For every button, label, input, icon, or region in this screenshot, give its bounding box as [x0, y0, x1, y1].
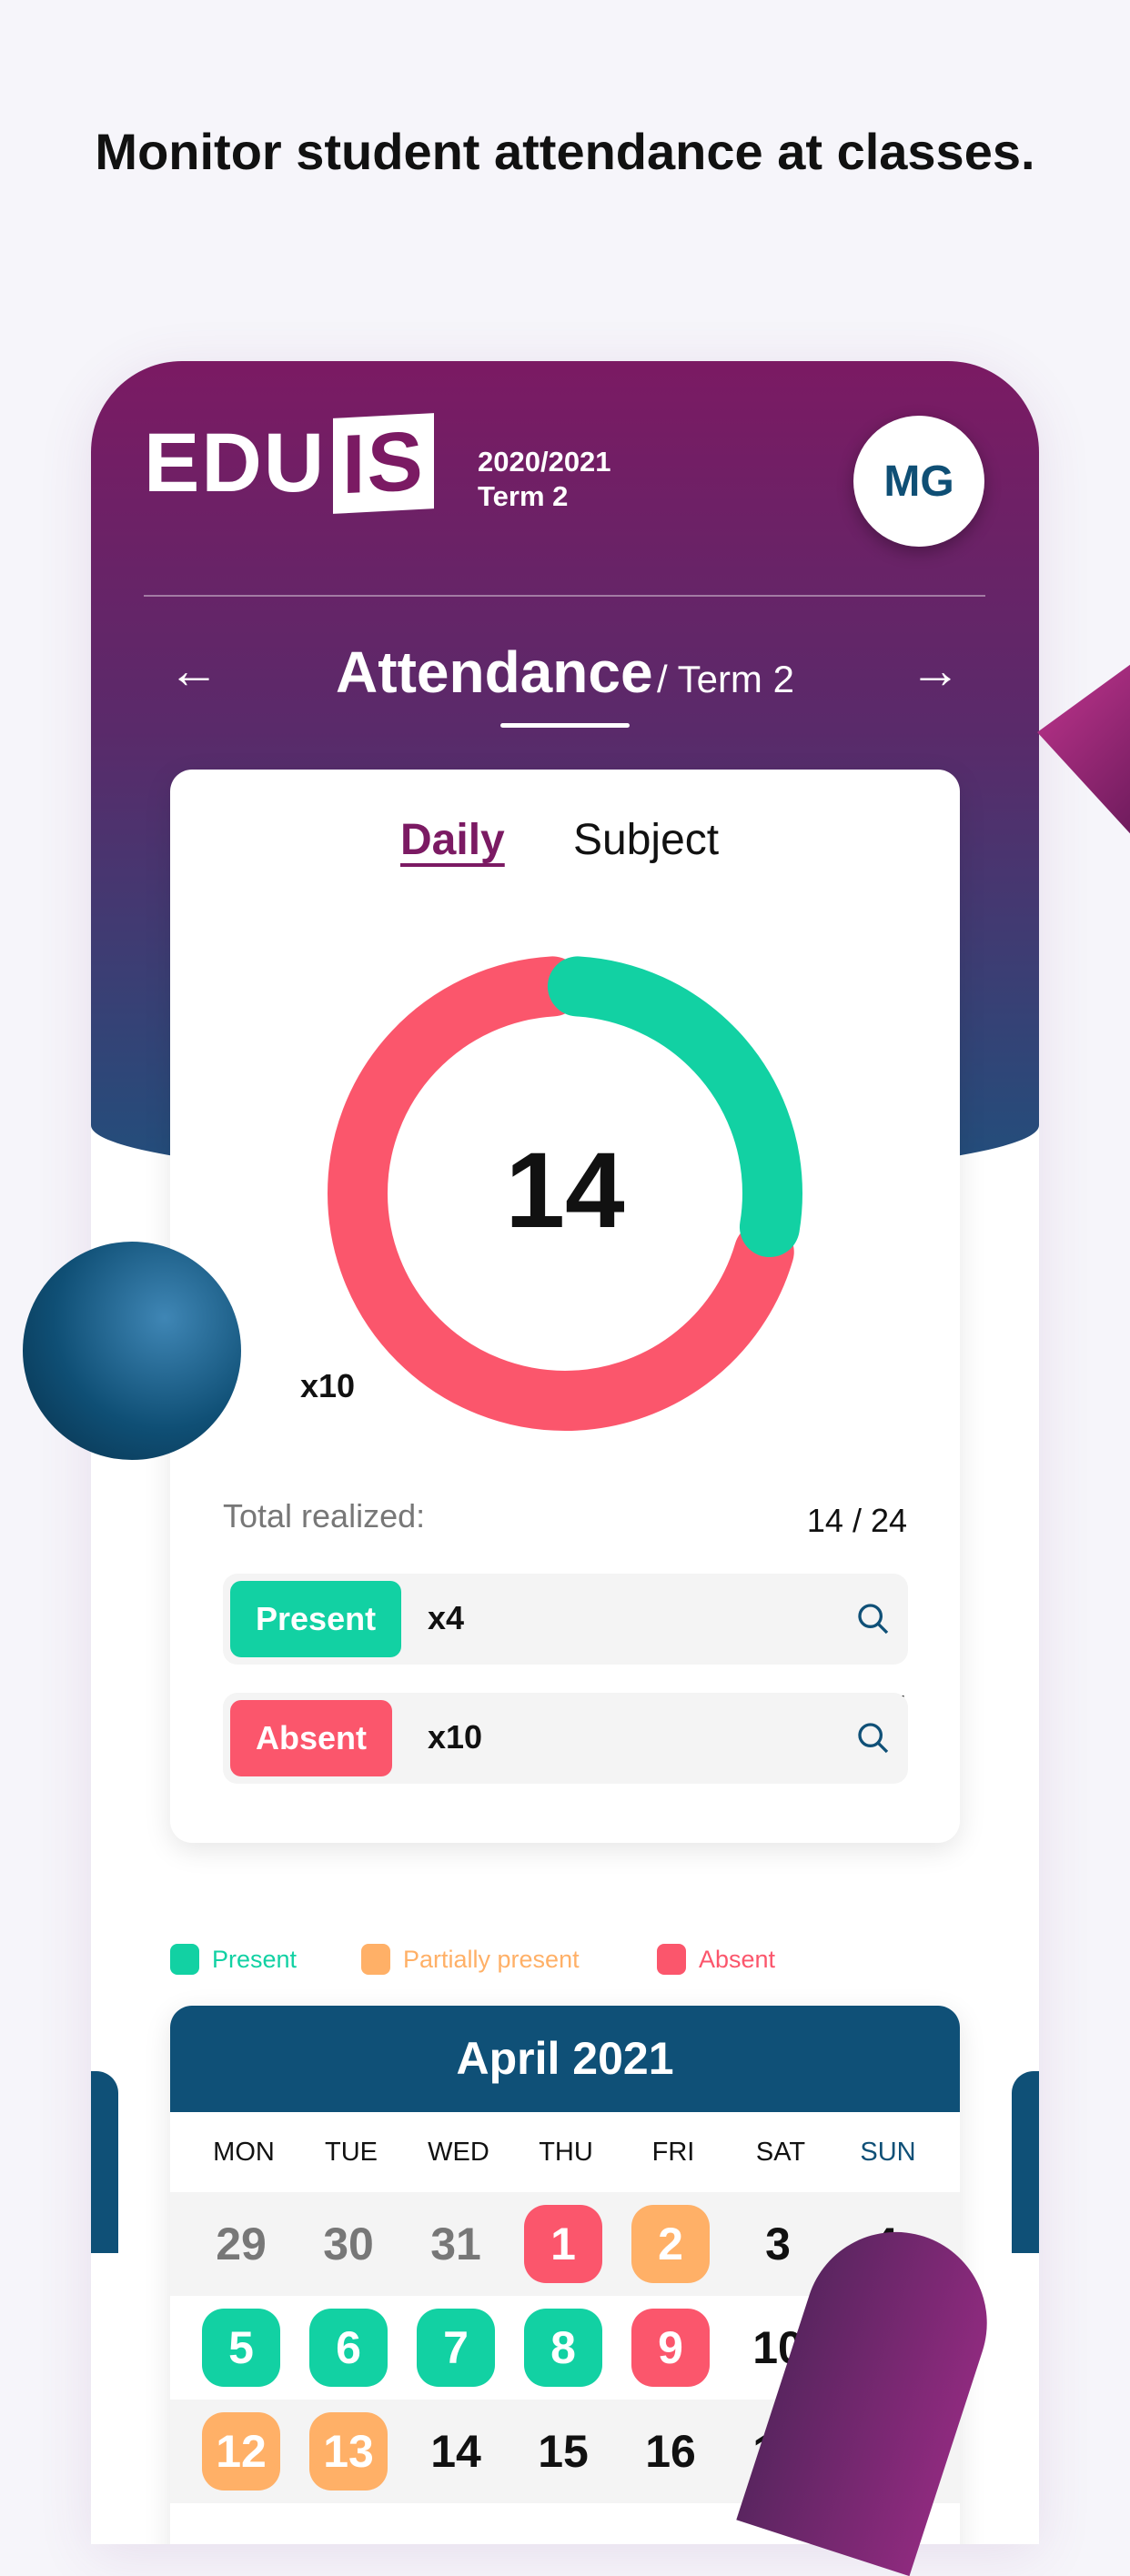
absent-count: x10 — [428, 1718, 483, 1756]
day-number: 8 — [524, 2309, 602, 2387]
school-term: 2020/2021 Term 2 — [478, 445, 611, 514]
weekday-sat: SAT — [755, 2138, 806, 2167]
day-number: 5 — [202, 2309, 280, 2387]
day-number: 29 — [216, 2219, 267, 2269]
day-number: 16 — [645, 2426, 696, 2477]
weekday-tue: TUE — [325, 2138, 378, 2167]
day-number: 30 — [323, 2219, 374, 2269]
total-value: 14 / 24 — [806, 1502, 907, 1539]
present-count: x4 — [428, 1599, 465, 1636]
absent-count-label: x10 — [300, 1367, 356, 1404]
logo-text-is: IS — [333, 413, 435, 514]
total-label: Total realized: — [223, 1497, 426, 1535]
search-icon[interactable] — [855, 1720, 892, 1756]
present-row[interactable]: Present x4 — [223, 1574, 908, 1665]
legend-swatch — [657, 1944, 686, 1975]
calendar-day[interactable]: 7 — [402, 2296, 510, 2400]
attendance-card: Daily Subject 14 x10 x4 Total realized: … — [170, 770, 960, 1843]
weekday-thu: THU — [539, 2138, 593, 2167]
avatar[interactable]: MG — [853, 416, 984, 547]
legend-present: Present — [170, 1944, 297, 1975]
calendar-day[interactable]: 16 — [617, 2400, 724, 2503]
tab-subject[interactable]: Subject — [573, 815, 719, 865]
calendar-day[interactable]: 29 — [187, 2192, 295, 2296]
legend-swatch — [361, 1944, 390, 1975]
day-number: 3 — [765, 2219, 791, 2269]
day-number: 6 — [309, 2309, 388, 2387]
page-title: Attendance / Term 2 — [91, 639, 1039, 706]
calendar-month: April 2021 — [170, 2006, 960, 2112]
day-number: 15 — [538, 2426, 589, 2477]
calendar-day[interactable]: 9 — [617, 2296, 724, 2400]
search-icon[interactable] — [855, 1601, 892, 1637]
weekday-wed: WED — [428, 2138, 489, 2167]
legend-label: Partially present — [403, 1945, 580, 1973]
absent-row[interactable]: Absent x10 — [223, 1693, 908, 1784]
day-number: 9 — [631, 2309, 710, 2387]
legend-partial: Partially present — [361, 1944, 580, 1975]
weekday-mon: MON — [213, 2138, 275, 2167]
decorative-cone — [1037, 659, 1130, 841]
calendar-day[interactable]: 30 — [295, 2192, 402, 2296]
divider — [144, 595, 985, 597]
headline: Monitor student attendance at classes. — [95, 123, 1035, 180]
calendar-day[interactable]: 31 — [402, 2192, 510, 2296]
calendar-day[interactable]: 8 — [510, 2296, 617, 2400]
legend-label: Present — [212, 1945, 298, 1973]
calendar-day[interactable]: 14 — [402, 2400, 510, 2503]
absent-badge: Absent — [230, 1700, 393, 1776]
term-label: Term 2 — [478, 480, 569, 512]
phone-screen: EDU IS 2020/2021 Term 2 MG ← → Attendance … — [91, 361, 1039, 2544]
calendar-day[interactable]: 1 — [510, 2192, 617, 2296]
tab-daily[interactable]: Daily — [400, 815, 505, 865]
prev-calendar-card[interactable] — [91, 2071, 118, 2253]
decorative-sphere — [23, 1242, 241, 1460]
title-subtitle: / Term 2 — [657, 658, 794, 700]
calendar-day[interactable]: 5 — [187, 2296, 295, 2400]
day-number: 1 — [524, 2205, 602, 2283]
school-year: 2020/2021 — [478, 446, 611, 478]
day-number: 2 — [631, 2205, 710, 2283]
next-calendar-card[interactable] — [1012, 2071, 1039, 2253]
legend-label: Absent — [699, 1945, 776, 1973]
calendar-day[interactable]: 6 — [295, 2296, 402, 2400]
calendar-day[interactable]: 15 — [510, 2400, 617, 2503]
title-underline — [500, 723, 630, 728]
calendar-day[interactable]: 2 — [617, 2192, 724, 2296]
weekday-fri: FRI — [651, 2138, 695, 2167]
legend-absent: Absent — [657, 1944, 775, 1975]
day-number: 12 — [202, 2412, 280, 2490]
title-text: Attendance — [336, 639, 653, 705]
legend-swatch — [170, 1944, 199, 1975]
day-number: 13 — [309, 2412, 388, 2490]
present-badge: Present — [230, 1581, 402, 1657]
day-number: 31 — [430, 2219, 481, 2269]
weekday-sun: SUN — [860, 2138, 916, 2167]
donut-center-value: 14 — [505, 1131, 625, 1251]
calendar-day[interactable]: 13 — [295, 2400, 402, 2503]
calendar-day[interactable]: 12 — [187, 2400, 295, 2503]
day-number: 14 — [430, 2426, 481, 2477]
logo-text: EDU — [144, 417, 327, 509]
eduis-logo: EDU IS — [144, 413, 435, 514]
day-number: 7 — [417, 2309, 495, 2387]
